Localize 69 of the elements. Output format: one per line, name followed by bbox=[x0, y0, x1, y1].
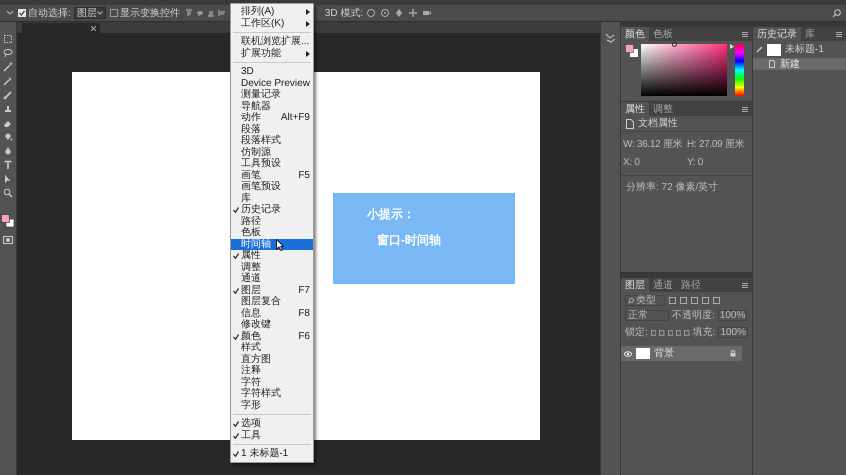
menu-item[interactable]: 信息 F8 bbox=[231, 308, 313, 319]
panel-tab[interactable]: 图层 bbox=[621, 278, 649, 292]
menu-item[interactable]: 色板 bbox=[231, 227, 313, 238]
section-title: 文档属性 bbox=[638, 116, 678, 131]
menu-item[interactable]: 1 未标题-1 bbox=[231, 448, 313, 460]
menu-item[interactable]: 扩展功能 bbox=[231, 48, 313, 59]
menu-item[interactable]: 段落样式 bbox=[231, 135, 313, 146]
tip-title: 小提示： bbox=[367, 206, 416, 223]
menu-item[interactable]: 仿制源 bbox=[231, 146, 313, 158]
lock-label: 锁定: bbox=[625, 326, 648, 340]
menu-item[interactable]: 时间轴 bbox=[231, 238, 313, 250]
menu-item[interactable]: 工具预设 bbox=[231, 158, 313, 170]
menu-item[interactable]: 动作 Alt+F9 bbox=[231, 112, 313, 124]
panel-tab[interactable]: 调整 bbox=[649, 102, 677, 116]
mode-3d-label: 3D 模式: bbox=[324, 6, 364, 20]
menu-item[interactable]: 注释 bbox=[231, 365, 313, 376]
tip-text: 窗口-时间轴 bbox=[377, 232, 442, 249]
menu-item[interactable]: 字形 bbox=[231, 400, 313, 411]
panel-tab[interactable]: 路径 bbox=[677, 278, 705, 292]
resolution-text: 分辨率: 72 像素/英寸 bbox=[625, 180, 720, 195]
panel-tab[interactable]: 库 bbox=[801, 27, 819, 41]
property-value: H: 27.09 厘米 bbox=[687, 138, 746, 152]
menu-item[interactable]: 调整 bbox=[231, 262, 313, 273]
menu-item[interactable]: 颜色 F6 bbox=[231, 330, 313, 342]
menu-item[interactable]: 导航器 bbox=[231, 100, 313, 112]
fill-field[interactable]: 100% bbox=[718, 327, 748, 338]
panel-tab[interactable]: 通道 bbox=[649, 278, 677, 292]
property-value: W: 36.12 厘米 bbox=[623, 138, 684, 152]
menu-item[interactable]: 通道 bbox=[231, 273, 313, 284]
layer-name: 背景 bbox=[654, 346, 674, 361]
show-transform-label: 显示变换控件 bbox=[120, 6, 180, 20]
snapshot-name: 未标题-1 bbox=[785, 42, 824, 57]
menu-item[interactable]: Device Preview bbox=[231, 78, 313, 89]
menu-item[interactable]: 工具 bbox=[231, 430, 313, 441]
menu-item[interactable]: 段落 bbox=[231, 124, 313, 135]
menu-item[interactable]: 联机浏览扩展... bbox=[231, 36, 313, 48]
panel-tab[interactable]: 颜色 bbox=[621, 27, 649, 41]
blend-mode-dropdown[interactable]: 正常 bbox=[625, 310, 669, 321]
menu-item[interactable]: 直方图 bbox=[231, 354, 313, 365]
panel-tab[interactable]: 属性 bbox=[621, 102, 649, 116]
menu-item[interactable]: 属性 bbox=[231, 250, 313, 262]
filter-dropdown[interactable]: 类型 bbox=[625, 295, 665, 306]
menu-item[interactable]: 修改键 bbox=[231, 319, 313, 330]
menu-item[interactable]: 路径 bbox=[231, 216, 313, 227]
menu-item[interactable]: 选项 bbox=[231, 418, 313, 430]
opacity-label: 不透明度: bbox=[672, 308, 715, 323]
menu-item[interactable]: 字符样式 bbox=[231, 388, 313, 400]
layer-row[interactable]: 背景 bbox=[621, 346, 742, 361]
history-state[interactable]: 新建 bbox=[753, 58, 846, 70]
auto-select-label: 自动选择: bbox=[28, 6, 71, 20]
menu-item[interactable]: 样式 bbox=[231, 342, 313, 354]
menu-item[interactable]: 测量记录 bbox=[231, 89, 313, 100]
menu-item[interactable]: 画笔 F5 bbox=[231, 170, 313, 181]
target-dropdown[interactable]: 图层 bbox=[74, 7, 106, 19]
menu-item[interactable]: 排列(A) bbox=[231, 6, 313, 18]
menu-item[interactable]: 图层复合 bbox=[231, 296, 313, 308]
menu-item[interactable]: 画笔预设 bbox=[231, 181, 313, 192]
panel-tab[interactable]: 色板 bbox=[649, 27, 677, 41]
panel-tab[interactable]: 历史记录 bbox=[753, 27, 801, 41]
menu-item[interactable]: 库 bbox=[231, 192, 313, 204]
menu-item[interactable]: 字符 bbox=[231, 376, 313, 388]
property-value: X: 0 bbox=[623, 156, 641, 170]
menu-item[interactable]: 3D bbox=[231, 66, 313, 78]
menu-item[interactable]: 图层 F7 bbox=[231, 284, 313, 296]
menu-item[interactable]: 工作区(K) bbox=[231, 18, 313, 29]
menu-item[interactable]: 历史记录 bbox=[231, 204, 313, 216]
fill-label: 填充: bbox=[692, 326, 716, 340]
property-value: Y: 0 bbox=[687, 156, 704, 170]
opacity-field[interactable]: 100% bbox=[718, 310, 748, 321]
